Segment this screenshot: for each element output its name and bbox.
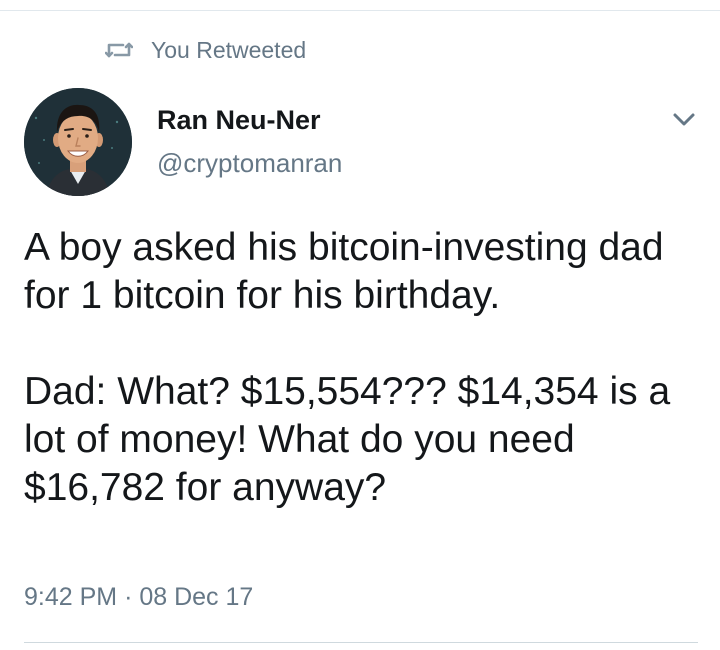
author-handle[interactable]: @cryptomanran <box>157 147 342 179</box>
tweet-paragraph-2: Dad: What? $15,554??? $14,354 is a lot o… <box>24 370 671 509</box>
timestamp-separator: · <box>124 583 133 611</box>
author-name[interactable]: Ran Neu-Ner <box>157 104 321 136</box>
tweet-timestamp[interactable]: 9:42 PM · 08 Dec 17 <box>24 580 253 614</box>
retweet-icon <box>104 39 134 61</box>
tweet-time: 9:42 PM <box>24 583 118 611</box>
bottom-divider <box>24 642 698 643</box>
tweet-text: A boy asked his bitcoin-investing dad fo… <box>24 224 704 512</box>
tweet-paragraph-1: A boy asked his bitcoin-investing dad fo… <box>24 226 664 317</box>
tweet-date: 08 Dec 17 <box>139 583 254 611</box>
avatar[interactable] <box>24 88 132 196</box>
chevron-down-icon[interactable] <box>670 109 698 129</box>
retweet-context: You Retweeted <box>104 34 307 66</box>
retweet-label: You Retweeted <box>151 36 307 63</box>
avatar-photo <box>24 88 132 196</box>
top-divider <box>0 10 720 11</box>
